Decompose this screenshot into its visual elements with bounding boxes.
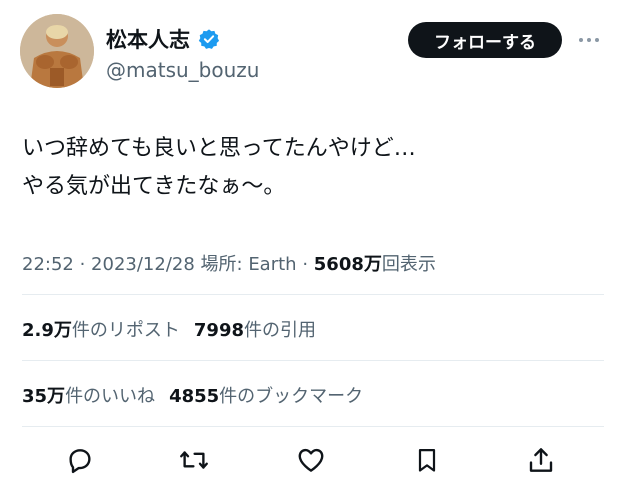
- share-icon[interactable]: [525, 444, 557, 476]
- divider: [22, 426, 604, 427]
- divider: [22, 360, 604, 361]
- views-count: 5608万: [313, 254, 382, 275]
- author-name-row: 松本人志: [106, 24, 220, 54]
- meta-separator: ·: [73, 254, 92, 275]
- bookmarks-label: 件のブックマーク: [219, 386, 364, 407]
- tweet-meta: 22:52 · 2023/12/28 場所: Earth · 5608万回表示: [22, 250, 436, 276]
- tweet-text-line: やる気が出てきたなぁ〜。: [22, 174, 286, 199]
- action-bar: [0, 440, 623, 480]
- tweet-location: Earth: [248, 254, 297, 275]
- verified-badge-icon: [198, 28, 220, 50]
- bookmarks-stat[interactable]: 4855件のブックマーク: [169, 386, 363, 407]
- tweet-time[interactable]: 22:52: [22, 254, 74, 275]
- repost-icon[interactable]: [178, 444, 210, 476]
- tweet-date[interactable]: 2023/12/28: [91, 254, 195, 275]
- bookmark-icon[interactable]: [411, 444, 443, 476]
- stats-row-reposts: 2.9万件のリポスト 7998件の引用: [22, 316, 316, 342]
- quotes-stat[interactable]: 7998件の引用: [194, 320, 316, 341]
- meta-separator: ·: [296, 254, 314, 275]
- stats-row-likes: 35万件のいいね 4855件のブックマーク: [22, 382, 363, 408]
- divider: [22, 294, 604, 295]
- quotes-label: 件の引用: [244, 320, 316, 341]
- likes-label: 件のいいね: [65, 386, 156, 407]
- location-label: 場所:: [194, 254, 249, 275]
- avatar-image: [20, 14, 94, 88]
- likes-stat[interactable]: 35万件のいいね: [22, 386, 155, 407]
- like-icon[interactable]: [295, 444, 327, 476]
- reposts-stat[interactable]: 2.9万件のリポスト: [22, 320, 180, 341]
- reposts-label: 件のリポスト: [71, 320, 180, 341]
- bookmarks-count: 4855: [169, 386, 220, 407]
- views-label: 回表示: [381, 254, 436, 275]
- avatar[interactable]: [20, 14, 94, 88]
- author-display-name[interactable]: 松本人志: [106, 24, 190, 54]
- reposts-count: 2.9万: [22, 320, 72, 341]
- likes-count: 35万: [22, 386, 66, 407]
- tweet-text: いつ辞めても良いと思ってたんやけど… やる気が出てきたなぁ〜。: [22, 130, 416, 206]
- more-options-icon[interactable]: [574, 26, 604, 54]
- reply-icon[interactable]: [64, 444, 96, 476]
- author-handle[interactable]: @matsu_bouzu: [106, 58, 259, 82]
- quotes-count: 7998: [193, 320, 244, 341]
- tweet-text-line: いつ辞めても良いと思ってたんやけど…: [22, 136, 416, 161]
- follow-button[interactable]: フォローする: [408, 22, 562, 58]
